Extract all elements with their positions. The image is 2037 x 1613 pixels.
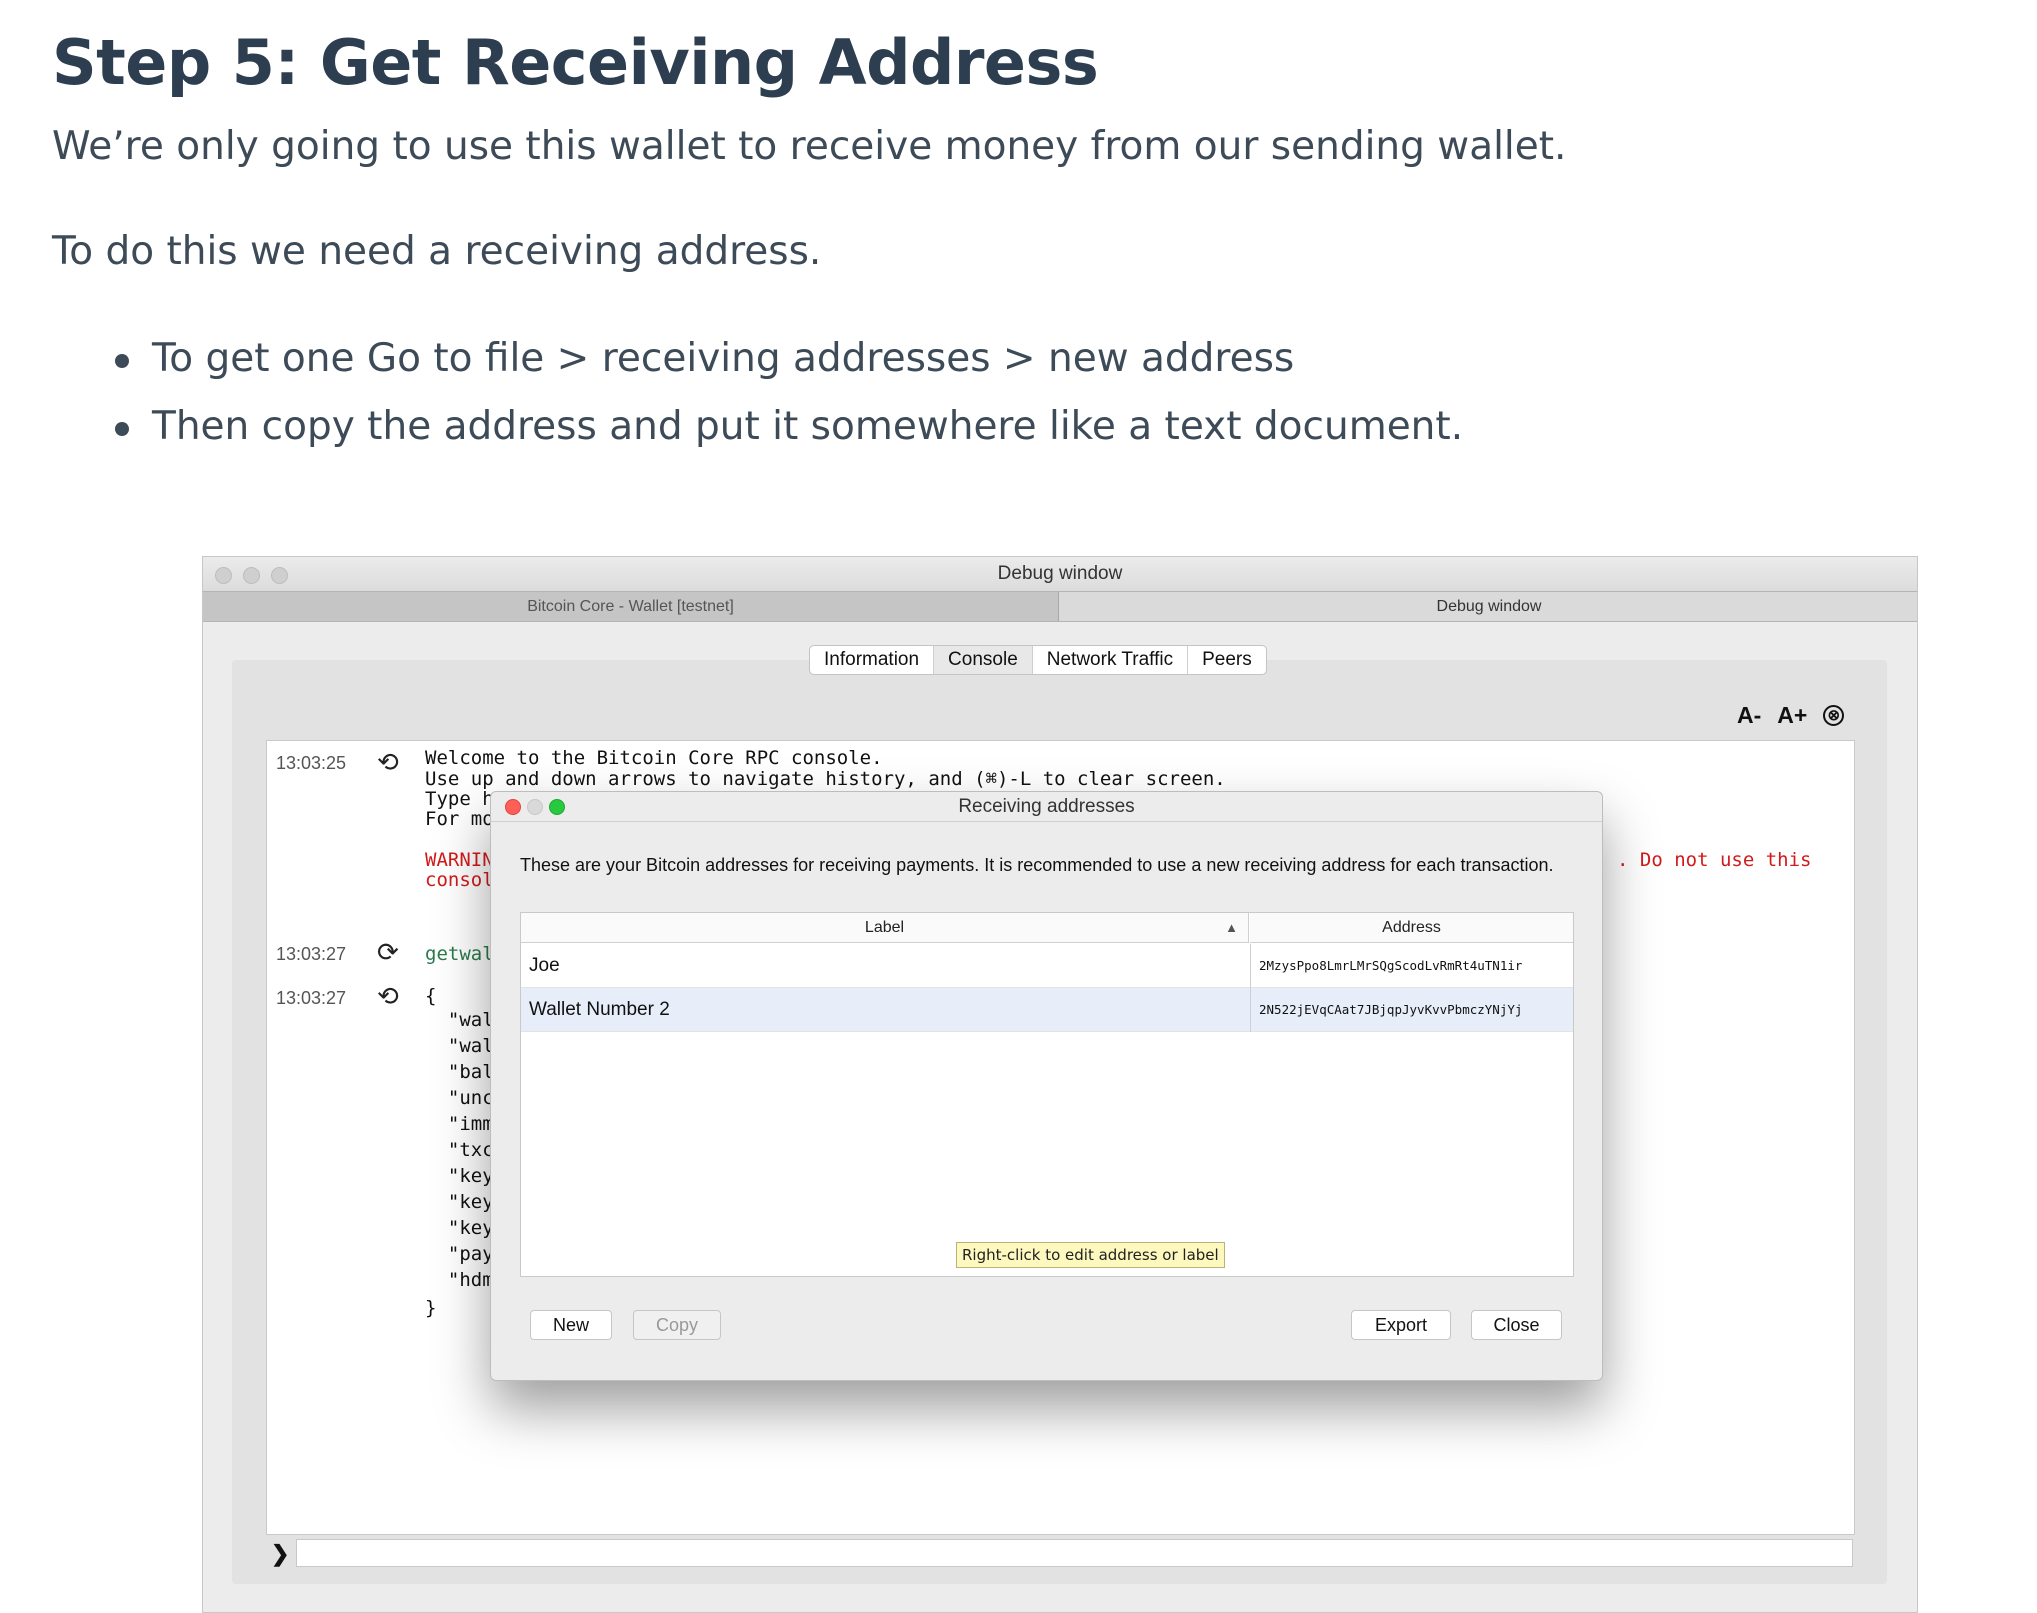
console-line: For mo [425,808,494,830]
console-line: "key [425,1191,494,1213]
reply-icon: ⟲ [377,747,399,777]
close-dot-icon[interactable] [215,567,232,584]
console-line: Welcome to the Bitcoin Core RPC console. [425,747,883,769]
article-title: Step 5: Get Receiving Address [52,26,1099,99]
tab-network-traffic[interactable]: Network Traffic [1033,646,1189,674]
tab-peers[interactable]: Peers [1188,646,1266,674]
tab-information[interactable]: Information [810,646,935,674]
table-row-selected[interactable]: Wallet Number 2 2N522jEVqCAat7JBjqpJyvKv… [521,988,1573,1032]
console-warning-line: WARNIN [425,849,494,871]
console-input[interactable] [296,1539,1853,1567]
font-increase-button[interactable]: A+ [1777,702,1807,729]
zoom-dot-icon[interactable] [549,799,565,815]
minimize-dot-icon[interactable] [243,567,260,584]
console-warning-line: consol [425,869,494,891]
tooltip: Right-click to edit address or label [956,1242,1225,1268]
intro-paragraph: We’re only going to use this wallet to r… [52,124,1567,169]
console-line: "hdm [425,1269,494,1291]
console-tab-bar: Information Console Network Traffic Peer… [809,645,1267,675]
table-row[interactable]: Joe 2MzysPpo8LmrLMrSQgScodLvRmRt4uTN1ir [521,944,1573,988]
font-decrease-button[interactable]: A- [1737,702,1761,729]
console-line: Type h [425,788,494,810]
tab-console[interactable]: Console [934,646,1033,674]
list-item: To get one Go to file > receiving addres… [115,334,1463,402]
tab-wallet[interactable]: Bitcoin Core - Wallet [testnet] [203,592,1059,621]
close-button[interactable]: Close [1471,1310,1562,1340]
console-line: "wal [425,1009,494,1031]
console-input-row: ❯ [266,1539,1855,1569]
row-address: 2N522jEVqCAat7JBjqpJyvKvvPbmczYNjYj [1250,988,1573,1032]
row-address: 2MzysPpo8LmrLMrSQgScodLvRmRt4uTN1ir [1250,944,1573,988]
console-line: "key [425,1165,494,1187]
receiving-addresses-dialog: Receiving addresses These are your Bitco… [490,791,1603,1381]
dialog-description: These are your Bitcoin addresses for rec… [520,855,1554,875]
command-icon: ⟳ [377,937,399,967]
console-line: } [425,1297,437,1319]
window-title: Debug window [997,563,1123,584]
window-titlebar: Debug window [203,557,1917,591]
list-item: Then copy the address and put it somewhe… [115,402,1463,470]
console-line: "bal [425,1061,494,1083]
console-line: "txc [425,1139,494,1161]
new-button[interactable]: New [530,1310,612,1340]
console-warning-tail: . Do not use this [1617,849,1812,871]
prompt-chevron-icon: ❯ [271,1541,290,1566]
column-header-label[interactable]: Label ▲ [521,913,1249,943]
console-line: "wal [425,1035,494,1057]
document-tab-bar: Bitcoin Core - Wallet [testnet] Debug wi… [203,591,1917,622]
console-timestamp: 13:03:25 [276,753,347,773]
zoom-dot-icon[interactable] [271,567,288,584]
column-header-text: Label [864,919,905,936]
export-button[interactable]: Export [1351,1310,1451,1340]
sort-ascending-icon: ▲ [1225,920,1238,935]
console-line: { [425,985,437,1007]
console-command-line: getwal [425,943,494,965]
dialog-title: Receiving addresses [958,796,1135,817]
column-header-address[interactable]: Address [1250,913,1573,943]
row-label: Joe [529,955,560,976]
close-dot-icon[interactable] [505,799,521,815]
console-timestamp: 13:03:27 [276,988,347,1008]
console-line: "unc [425,1087,494,1109]
tab-debug-window[interactable]: Debug window [1059,592,1917,621]
row-label: Wallet Number 2 [529,999,670,1020]
address-table: Label ▲ Address Joe 2MzysPpo8LmrLMrSQgSc… [520,912,1574,1277]
console-line: "pay [425,1243,494,1265]
instruction-paragraph: To do this we need a receiving address. [52,229,822,274]
console-line: "imm [425,1113,494,1135]
copy-button[interactable]: Copy [633,1310,721,1340]
reply-icon: ⟲ [377,981,399,1011]
clear-console-icon[interactable]: ⊗ [1823,705,1845,726]
console-timestamp: 13:03:27 [276,944,347,964]
font-controls: A- A+ ⊗ [1737,702,1845,729]
minimize-dot-icon[interactable] [527,799,543,815]
console-line: Use up and down arrows to navigate histo… [425,768,1226,790]
dialog-titlebar: Receiving addresses [491,792,1602,822]
steps-list: To get one Go to file > receiving addres… [115,334,1463,470]
console-line: "key [425,1217,494,1239]
